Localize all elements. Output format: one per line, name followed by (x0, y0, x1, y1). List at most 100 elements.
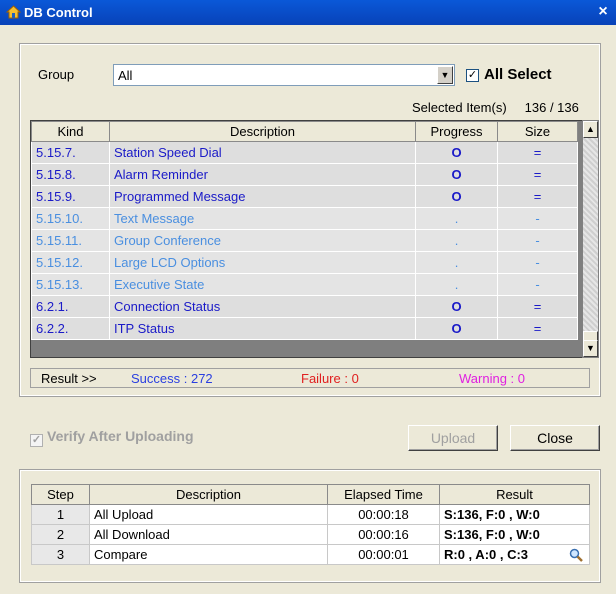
row-kind: 6.2.2. (31, 317, 110, 340)
verify-label: Verify After Uploading (47, 428, 194, 444)
result-bar: Result >> Success : 272 Failure : 0 Warn… (30, 368, 590, 388)
verify-checkbox[interactable]: ✓ (30, 434, 43, 447)
row-step-description: All Download (89, 524, 328, 545)
table-row[interactable]: 5.15.9. Programmed Message O = (31, 185, 578, 208)
items-grid: Kind Description Progress Size 5.15.7. S… (30, 120, 590, 358)
row-kind: 5.15.12. (31, 251, 110, 274)
title-bar[interactable]: DB Control × (0, 0, 616, 25)
table-row[interactable]: 3 Compare 00:00:01 R:0 , A:0 , C:3 (31, 544, 590, 565)
row-size: - (497, 273, 578, 296)
row-kind: 5.15.9. (31, 185, 110, 208)
row-kind: 5.15.8. (31, 163, 110, 186)
table-row[interactable]: 6.2.1. Connection Status O = (31, 295, 578, 318)
column-step[interactable]: Step (31, 484, 90, 505)
grid-scrollbar[interactable]: ▲ ▼ (582, 120, 599, 358)
table-row[interactable]: 6.2.2. ITP Status O = (31, 317, 578, 340)
row-description: Programmed Message (109, 185, 416, 208)
selected-items: Selected Item(s) 136 / 136 (412, 100, 579, 115)
row-size: = (497, 141, 578, 164)
row-progress: . (415, 207, 498, 230)
all-select-checkbox[interactable]: ✓ (466, 69, 479, 82)
steps-table: Step Description Elapsed Time Result 1 A… (31, 484, 590, 565)
row-description: Text Message (109, 207, 416, 230)
row-kind: 5.15.7. (31, 141, 110, 164)
row-elapsed-time: 00:00:01 (327, 544, 440, 565)
row-description: Connection Status (109, 295, 416, 318)
db-control-window: DB Control × Group All ▼ ✓ All Select Se… (0, 0, 616, 594)
all-select-label: All Select (484, 66, 552, 83)
row-step: 1 (31, 504, 90, 525)
row-step: 3 (31, 544, 90, 565)
app-icon (6, 5, 21, 19)
result-label: Result >> (41, 371, 97, 386)
row-description: Large LCD Options (109, 251, 416, 274)
arrow-down-icon[interactable]: ▼ (583, 340, 598, 357)
row-progress: O (415, 185, 498, 208)
row-size: - (497, 251, 578, 274)
row-size: - (497, 229, 578, 252)
table-row[interactable]: 5.15.11. Group Conference . - (31, 229, 578, 252)
column-progress[interactable]: Progress (415, 121, 498, 142)
close-icon[interactable]: × (594, 2, 612, 22)
row-result: R:0 , A:0 , C:3 (439, 544, 590, 565)
table-row[interactable]: 5.15.7. Station Speed Dial O = (31, 141, 578, 164)
table-row[interactable]: 5.15.8. Alarm Reminder O = (31, 163, 578, 186)
row-result: S:136, F:0 , W:0 (439, 504, 590, 525)
row-elapsed-time: 00:00:18 (327, 504, 440, 525)
row-progress: O (415, 317, 498, 340)
column-kind[interactable]: Kind (31, 121, 110, 142)
table-row[interactable]: 5.15.10. Text Message . - (31, 207, 578, 230)
row-result: S:136, F:0 , W:0 (439, 524, 590, 545)
row-progress: . (415, 273, 498, 296)
row-size: = (497, 295, 578, 318)
chevron-down-icon[interactable]: ▼ (437, 66, 453, 84)
column-result[interactable]: Result (439, 484, 590, 505)
row-kind: 5.15.10. (31, 207, 110, 230)
selected-items-count: 136 / 136 (524, 100, 579, 115)
row-description: Station Speed Dial (109, 141, 416, 164)
selected-items-label: Selected Item(s) (412, 100, 507, 115)
row-progress: O (415, 163, 498, 186)
verify-option[interactable]: ✓ Verify After Uploading (30, 428, 194, 447)
row-progress: O (415, 295, 498, 318)
upload-button[interactable]: Upload (408, 425, 498, 451)
row-step-description: All Upload (89, 504, 328, 525)
row-kind: 5.15.13. (31, 273, 110, 296)
group-select-value: All (118, 68, 133, 83)
row-elapsed-time: 00:00:16 (327, 524, 440, 545)
row-progress: O (415, 141, 498, 164)
row-size: = (497, 163, 578, 186)
row-size: = (497, 317, 578, 340)
row-kind: 5.15.11. (31, 229, 110, 252)
close-button[interactable]: Close (510, 425, 600, 451)
row-description: Executive State (109, 273, 416, 296)
row-progress: . (415, 229, 498, 252)
row-description: Alarm Reminder (109, 163, 416, 186)
window-title: DB Control (24, 5, 93, 20)
row-size: = (497, 185, 578, 208)
column-elapsed-time[interactable]: Elapsed Time (327, 484, 440, 505)
row-step: 2 (31, 524, 90, 545)
result-warning: Warning : 0 (459, 371, 525, 386)
row-result-text: S:136, F:0 , W:0 (444, 507, 540, 522)
result-failure: Failure : 0 (301, 371, 359, 386)
row-description: ITP Status (109, 317, 416, 340)
table-row[interactable]: 1 All Upload 00:00:18 S:136, F:0 , W:0 (31, 504, 590, 525)
arrow-up-icon[interactable]: ▲ (583, 121, 598, 138)
row-progress: . (415, 251, 498, 274)
row-description: Group Conference (109, 229, 416, 252)
row-kind: 6.2.1. (31, 295, 110, 318)
table-row[interactable]: 2 All Download 00:00:16 S:136, F:0 , W:0 (31, 524, 590, 545)
table-row[interactable]: 5.15.12. Large LCD Options . - (31, 251, 578, 274)
column-size[interactable]: Size (497, 121, 578, 142)
group-label: Group (38, 67, 75, 82)
row-result-text: S:136, F:0 , W:0 (444, 527, 540, 542)
row-step-description: Compare (89, 544, 328, 565)
row-result-text: R:0 , A:0 , C:3 (444, 547, 529, 562)
table-row[interactable]: 5.15.13. Executive State . - (31, 273, 578, 296)
column-step-description[interactable]: Description (89, 484, 328, 505)
result-success: Success : 272 (131, 371, 213, 386)
magnifier-icon[interactable] (569, 548, 583, 562)
group-select[interactable]: All ▼ (113, 64, 455, 86)
column-description[interactable]: Description (109, 121, 416, 142)
